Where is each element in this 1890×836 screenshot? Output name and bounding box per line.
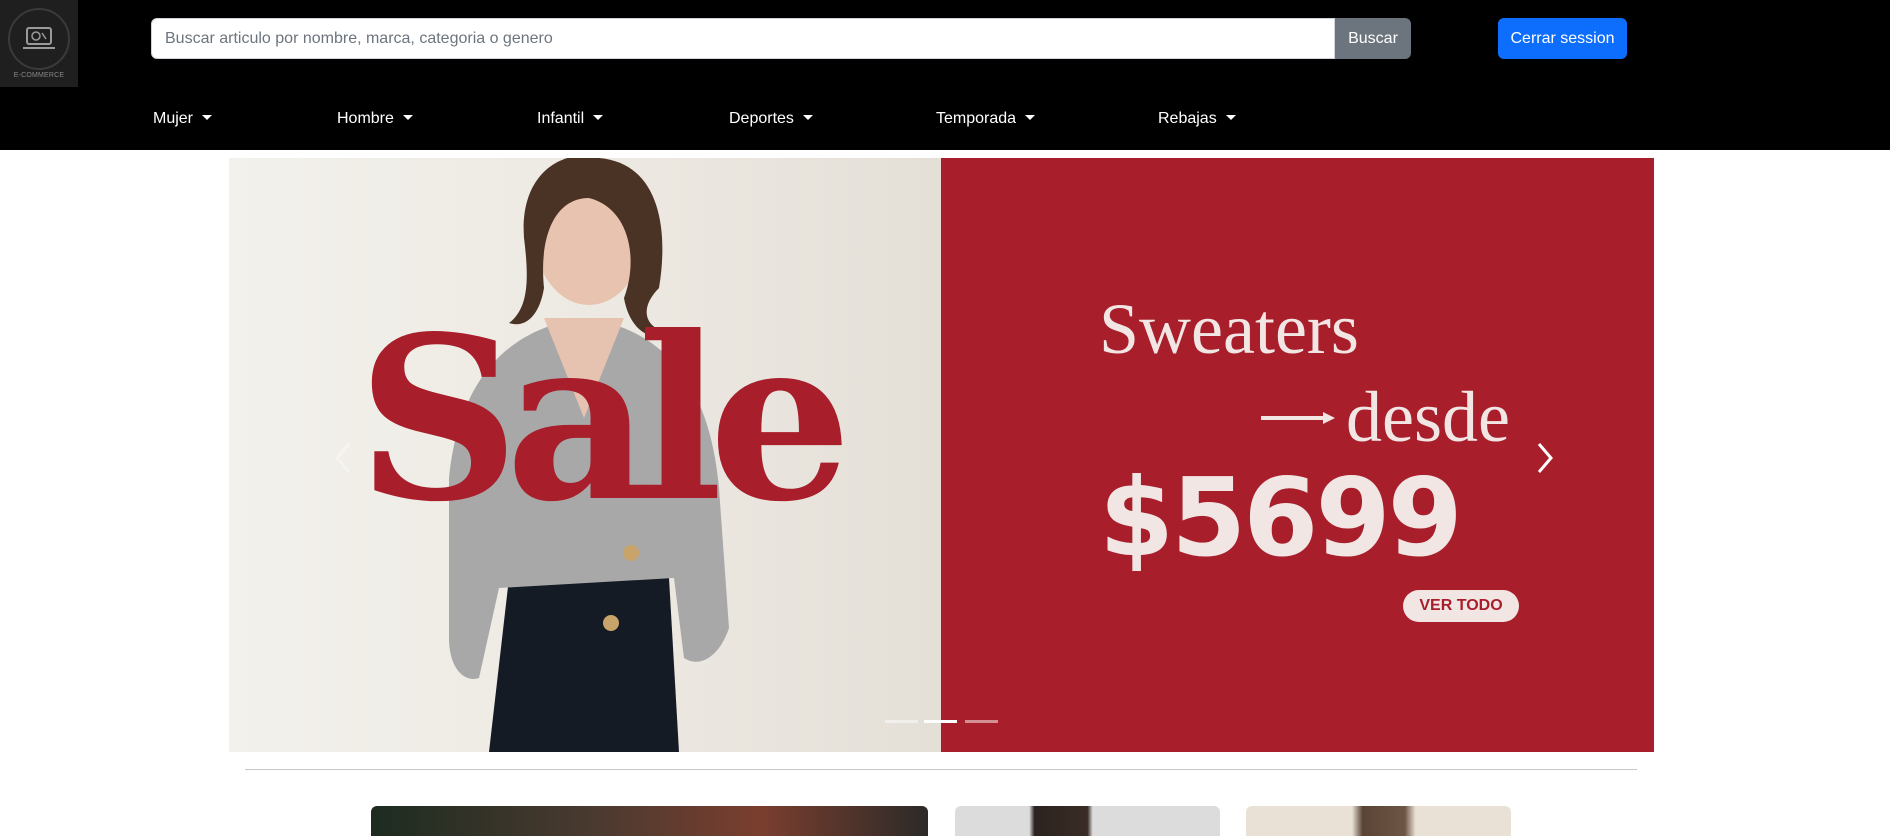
slide-title: Sweaters xyxy=(1099,289,1359,369)
nav-item-hombre[interactable]: Hombre xyxy=(337,105,413,133)
laptop-icon xyxy=(8,8,70,70)
carousel-indicator-1[interactable] xyxy=(885,720,918,723)
sale-headline: Sale xyxy=(357,288,852,552)
nav-item-label: Rebajas xyxy=(1158,110,1217,127)
carousel-prev-icon[interactable] xyxy=(329,438,357,478)
carousel-indicator-3[interactable] xyxy=(965,720,998,723)
hero-carousel: Sale Sweaters desde $5699 VER TODO xyxy=(229,158,1654,752)
product-card-image[interactable] xyxy=(1246,806,1511,836)
logout-button[interactable]: Cerrar session xyxy=(1498,18,1627,59)
nav-item-label: Temporada xyxy=(936,110,1017,127)
view-all-button[interactable]: VER TODO xyxy=(1403,590,1519,622)
nav-item-label: Mujer xyxy=(153,110,194,127)
site-logo[interactable]: E-COMMERCE xyxy=(0,0,78,87)
caret-down-icon xyxy=(402,115,413,120)
product-card-image[interactable] xyxy=(955,806,1220,836)
nav-item-label: Hombre xyxy=(337,110,394,127)
caret-down-icon xyxy=(1225,115,1236,120)
caret-down-icon xyxy=(593,115,604,120)
logo-caption: E-COMMERCE xyxy=(13,72,65,79)
long-arrow-icon xyxy=(1261,412,1335,424)
slide-subtitle: desde xyxy=(1346,377,1510,457)
nav-item-temporada[interactable]: Temporada xyxy=(936,105,1036,133)
carousel-indicator-2[interactable] xyxy=(924,720,957,723)
search-input[interactable] xyxy=(151,18,1335,59)
caret-down-icon xyxy=(802,115,813,120)
search-button[interactable]: Buscar xyxy=(1335,18,1411,59)
nav-item-mujer[interactable]: Mujer xyxy=(153,105,213,133)
nav-item-infantil[interactable]: Infantil xyxy=(537,105,604,133)
slide-price: $5699 xyxy=(1099,456,1463,581)
nav-item-label: Infantil xyxy=(537,110,585,127)
carousel-next-icon[interactable] xyxy=(1531,438,1559,478)
caret-down-icon xyxy=(202,115,213,120)
nav-item-deportes[interactable]: Deportes xyxy=(729,105,813,133)
section-divider xyxy=(245,769,1637,770)
nav-item-rebajas[interactable]: Rebajas xyxy=(1158,105,1236,133)
search-form: Buscar xyxy=(151,18,1411,59)
nav-item-label: Deportes xyxy=(729,110,794,127)
caret-down-icon xyxy=(1025,115,1036,120)
product-card-image[interactable] xyxy=(371,806,928,836)
